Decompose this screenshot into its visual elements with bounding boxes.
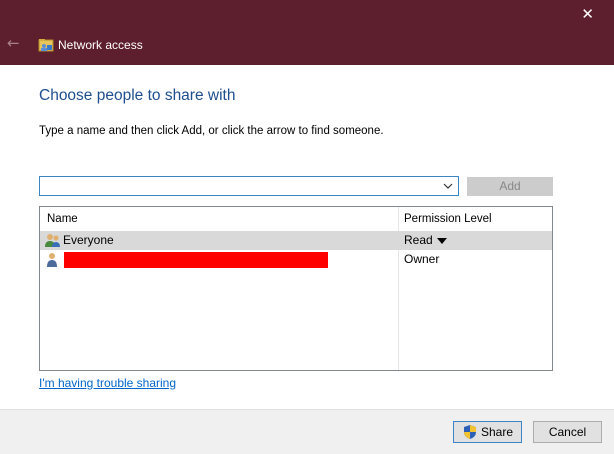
uac-shield-icon	[464, 425, 476, 439]
share-button[interactable]: Share	[453, 421, 522, 443]
column-header-name[interactable]: Name	[47, 207, 78, 231]
chevron-down-icon[interactable]	[443, 182, 453, 190]
add-button[interactable]: Add	[467, 177, 553, 196]
page-title: Choose people to share with	[39, 87, 236, 104]
close-icon[interactable]: ✕	[581, 7, 594, 22]
permission-dropdown-icon[interactable]	[437, 238, 447, 244]
title-bar: ✕ ← Network access	[0, 0, 614, 65]
people-list[interactable]: Name Permission Level Everyone Read Owne…	[39, 206, 553, 371]
name-combobox[interactable]	[39, 176, 459, 196]
cancel-button[interactable]: Cancel	[533, 421, 602, 443]
instruction-text: Type a name and then click Add, or click…	[39, 125, 384, 137]
trouble-sharing-link[interactable]: I'm having trouble sharing	[39, 376, 176, 390]
column-header-permission[interactable]: Permission Level	[404, 207, 492, 231]
list-item-owner[interactable]: Owner	[40, 250, 552, 269]
back-arrow-icon[interactable]: ←	[7, 36, 20, 51]
permission-value[interactable]: Read	[404, 233, 433, 248]
name-input[interactable]	[43, 179, 433, 193]
user-icon	[47, 253, 57, 267]
share-label: Share	[481, 425, 514, 439]
group-users-icon	[45, 234, 60, 247]
network-folder-icon	[38, 39, 54, 52]
redacted-name	[64, 252, 328, 268]
footer: Share Cancel	[0, 409, 614, 454]
window-title: Network access	[58, 38, 143, 52]
list-item-name: Everyone	[63, 233, 114, 247]
list-item-everyone[interactable]: Everyone Read	[40, 231, 552, 250]
permission-value: Owner	[404, 252, 440, 266]
